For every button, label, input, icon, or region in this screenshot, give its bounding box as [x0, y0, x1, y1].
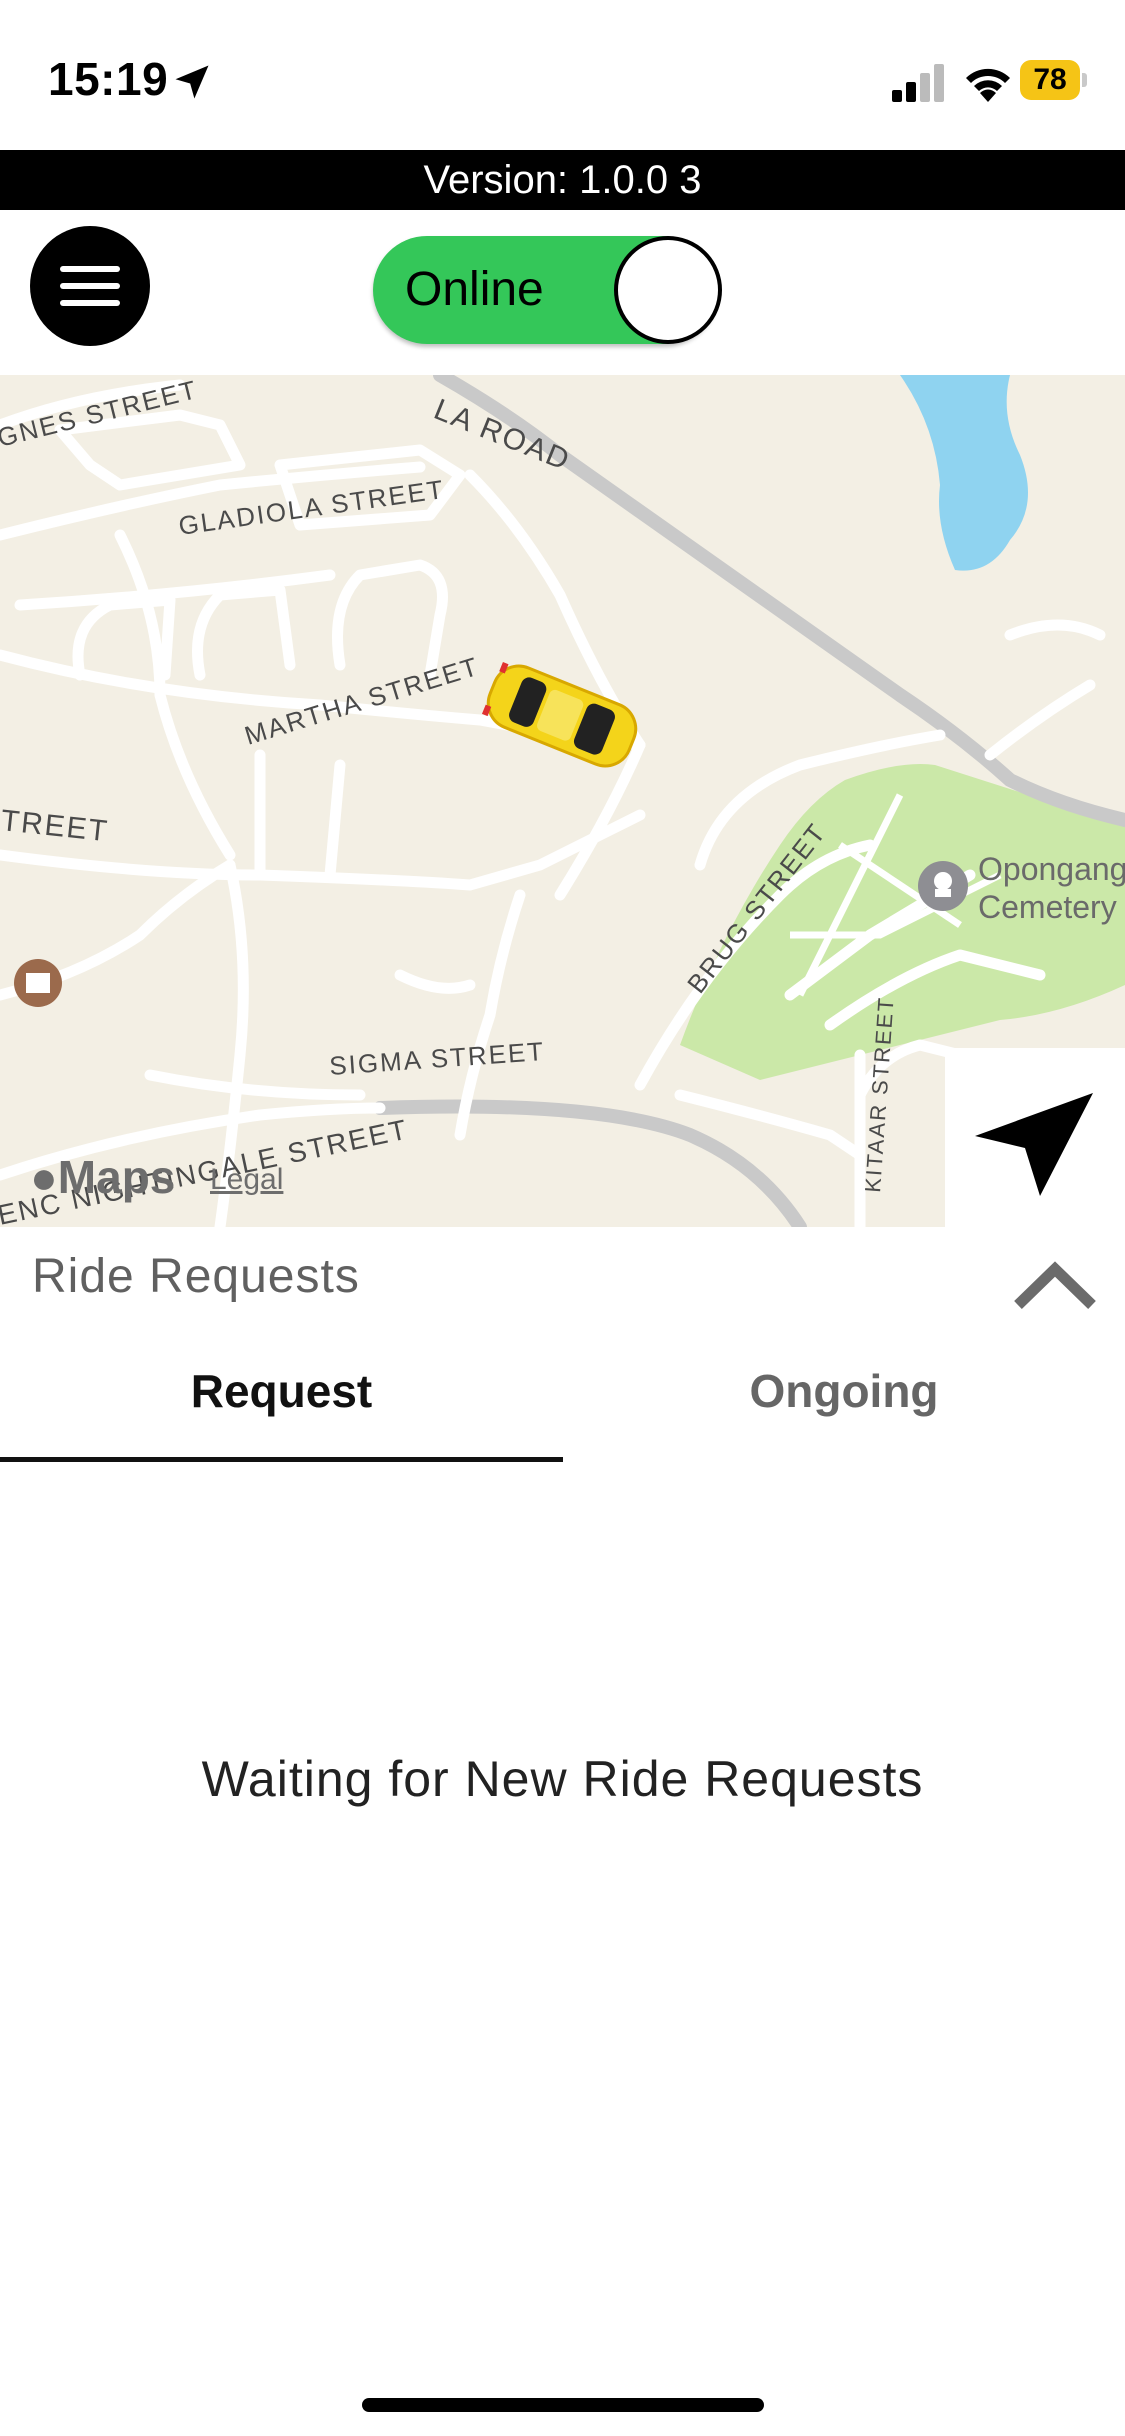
- battery-icon: 78: [1020, 60, 1088, 102]
- battery-level: 78: [1020, 60, 1080, 100]
- header: Online: [0, 210, 1125, 375]
- location-arrow-icon: [175, 65, 209, 99]
- map-view[interactable]: GNES STREET LA ROAD GLADIOLA STREET MART…: [0, 375, 1125, 1227]
- tab-ongoing[interactable]: Ongoing: [563, 1345, 1125, 1455]
- menu-button[interactable]: [30, 226, 150, 346]
- home-indicator[interactable]: [362, 2398, 764, 2412]
- tab-request[interactable]: Request: [0, 1345, 563, 1455]
- empty-state-message: Waiting for New Ride Requests: [201, 1751, 924, 1807]
- ride-requests-panel: Ride Requests Request Ongoing Waiting fo…: [0, 1227, 1125, 2436]
- maps-logo: ●Maps: [30, 1151, 176, 1203]
- apple-logo-icon: ●: [30, 1151, 58, 1203]
- poi-label-line1: Opongang: [978, 851, 1125, 887]
- version-bar: Version: 1.0.0 3: [0, 150, 1125, 210]
- ride-requests-title: Ride Requests: [32, 1250, 360, 1303]
- online-toggle-label: Online: [405, 263, 544, 316]
- car-marker-icon: [481, 661, 638, 768]
- active-tab-indicator: [0, 1457, 563, 1462]
- hamburger-menu-icon: [60, 266, 120, 272]
- street-label: TREET: [0, 804, 110, 848]
- chevron-up-icon[interactable]: [1010, 1255, 1100, 1315]
- navigation-arrow-icon: [975, 1093, 1093, 1196]
- recenter-location-button[interactable]: [945, 1048, 1125, 1227]
- wifi-icon: [966, 68, 1010, 102]
- legal-link[interactable]: Legal: [210, 1163, 283, 1197]
- status-time: 15:19: [48, 53, 169, 105]
- signal-icon: [892, 64, 944, 102]
- toggle-knob: [614, 236, 722, 344]
- street-label: SIGMA STREET: [328, 1036, 546, 1081]
- water-area: [900, 375, 1028, 571]
- online-toggle[interactable]: Online: [373, 236, 722, 344]
- poi-label-line2: Cemetery: [978, 889, 1117, 925]
- status-bar: 15:19 78: [0, 0, 1125, 150]
